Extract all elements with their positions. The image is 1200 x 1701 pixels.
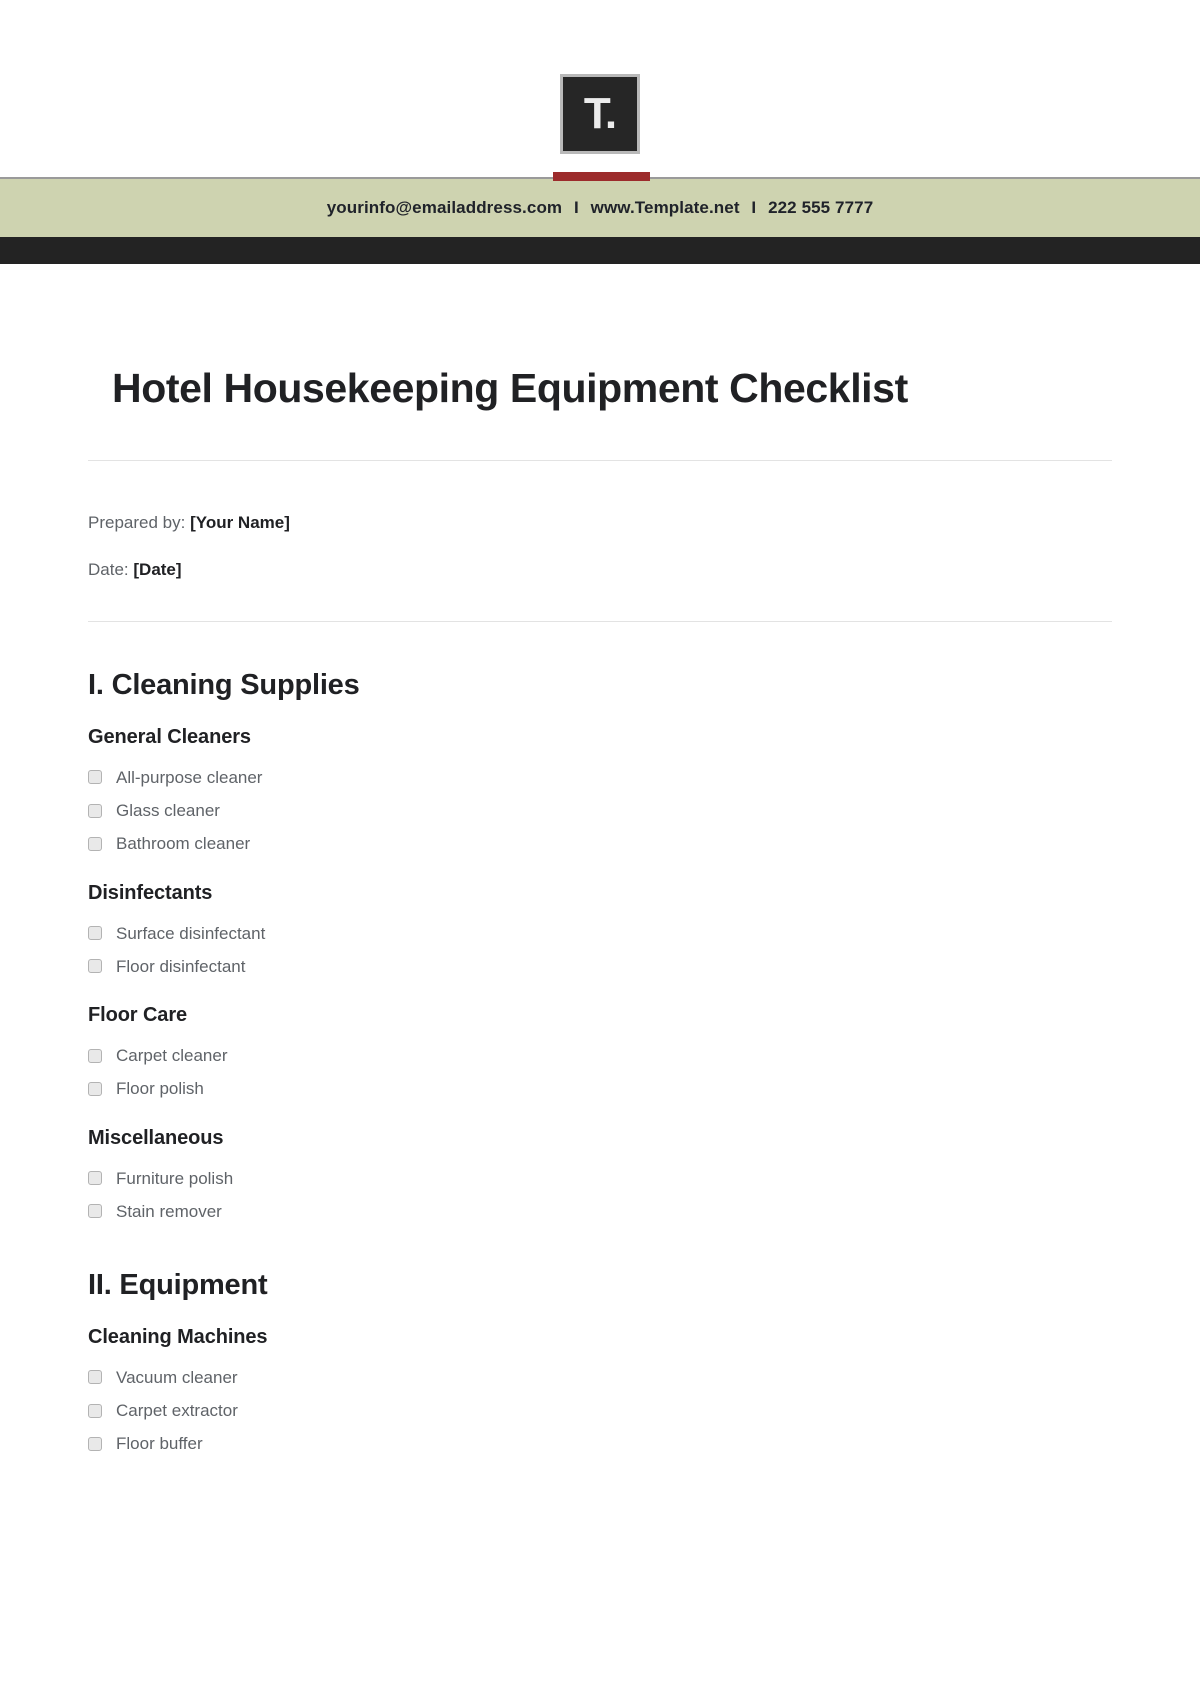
checklist-item-label: Furniture polish bbox=[116, 1168, 234, 1188]
checklist-group: Miscellaneous Furniture polish Stain remov… bbox=[88, 1126, 1112, 1223]
contact-band: yourinfo@emailaddress.com I www.Template… bbox=[0, 179, 1200, 237]
contact-phone: 222 555 7777 bbox=[768, 198, 874, 217]
logo-container: T. bbox=[0, 74, 1200, 154]
checklist-item[interactable]: Floor polish bbox=[88, 1078, 1112, 1099]
checklist-group: General Cleaners All-purpose cleaner Glass… bbox=[88, 725, 1112, 855]
checklist-item-label: Vacuum cleaner bbox=[116, 1367, 238, 1387]
group-title: Cleaning Machines bbox=[88, 1325, 268, 1348]
checklist-group: Floor Care Carpet cleaner Floor polish bbox=[88, 1003, 1112, 1100]
group-title: Miscellaneous bbox=[88, 1126, 224, 1149]
red-accent-bar bbox=[553, 172, 650, 181]
checklist-item[interactable]: Floor disinfectant bbox=[88, 956, 1112, 977]
checklist-item[interactable]: All-purpose cleaner bbox=[88, 767, 1112, 788]
contact-text: yourinfo@emailaddress.com I www.Template… bbox=[327, 198, 874, 218]
checklist-item[interactable]: Stain remover bbox=[88, 1201, 1112, 1222]
checklist-section: II. Equipment Cleaning Machines Vacuum cle… bbox=[88, 1268, 1112, 1455]
template-net-logo-icon: T. bbox=[560, 74, 640, 154]
dark-band bbox=[0, 237, 1200, 264]
contact-email: yourinfo@emailaddress.com bbox=[326, 198, 563, 217]
checklist-item-label: Carpet extractor bbox=[116, 1401, 238, 1421]
page-title: Hotel Housekeeping Equipment Checklist bbox=[112, 365, 908, 411]
section-title: II. Equipment bbox=[88, 1269, 268, 1302]
meta-divider bbox=[88, 620, 1112, 622]
document-body: Hotel Housekeeping Equipment Checklist P… bbox=[0, 364, 1200, 1455]
checkbox-icon[interactable] bbox=[88, 1048, 102, 1063]
checklist-section: I. Cleaning Supplies General Cleaners All-… bbox=[88, 668, 1112, 1222]
checklist-sections: I. Cleaning Supplies General Cleaners All-… bbox=[88, 668, 1112, 1455]
checkbox-icon[interactable] bbox=[88, 1204, 102, 1219]
checklist-item[interactable]: Carpet extractor bbox=[88, 1400, 1112, 1421]
checkbox-icon[interactable] bbox=[88, 836, 102, 851]
checkbox-icon[interactable] bbox=[88, 1436, 102, 1451]
checklist-item-label: Carpet cleaner bbox=[116, 1046, 228, 1066]
section-title: I. Cleaning Supplies bbox=[88, 668, 360, 701]
checkbox-icon[interactable] bbox=[88, 1081, 102, 1096]
checkbox-icon[interactable] bbox=[88, 803, 102, 818]
document-meta: Prepared by: [Your Name] Date: [Date] bbox=[88, 511, 1112, 582]
date-value[interactable]: [Date] bbox=[133, 560, 181, 579]
checklist-item-label: Stain remover bbox=[116, 1201, 222, 1221]
group-title: Floor Care bbox=[88, 1004, 188, 1027]
contact-separator-2: I bbox=[751, 198, 757, 217]
checklist-item-label: Bathroom cleaner bbox=[116, 834, 251, 854]
contact-website: www.Template.net bbox=[590, 198, 740, 217]
checklist-item[interactable]: Vacuum cleaner bbox=[88, 1367, 1112, 1388]
title-divider bbox=[88, 460, 1112, 462]
checklist-item-label: Floor buffer bbox=[116, 1434, 203, 1454]
checklist-item[interactable]: Furniture polish bbox=[88, 1168, 1112, 1189]
checklist-item-label: Floor polish bbox=[116, 1079, 204, 1099]
checkbox-icon[interactable] bbox=[88, 959, 102, 974]
checklist-group: Disinfectants Surface disinfectant Floor d… bbox=[88, 881, 1112, 978]
checklist-item[interactable]: Bathroom cleaner bbox=[88, 833, 1112, 854]
checklist-group: Cleaning Machines Vacuum cleaner Carpet ex… bbox=[88, 1325, 1112, 1455]
prepared-by-line: Prepared by: [Your Name] bbox=[88, 511, 1112, 535]
prepared-by-label: Prepared by: bbox=[88, 513, 186, 533]
checklist-item[interactable]: Floor buffer bbox=[88, 1433, 1112, 1454]
group-title: General Cleaners bbox=[88, 725, 251, 748]
checklist-item-label: Floor disinfectant bbox=[116, 956, 246, 976]
document-header: T. yourinfo@emailaddress.com I www.Templ… bbox=[0, 0, 1200, 264]
prepared-by-value[interactable]: [Your Name] bbox=[190, 513, 290, 532]
checklist-item-label: Glass cleaner bbox=[116, 801, 220, 821]
date-label: Date: bbox=[88, 560, 129, 580]
checkbox-icon[interactable] bbox=[88, 1403, 102, 1418]
logo-mark-text: T. bbox=[583, 89, 617, 138]
checkbox-icon[interactable] bbox=[88, 1370, 102, 1385]
contact-separator-1: I bbox=[573, 198, 579, 217]
group-title: Disinfectants bbox=[88, 881, 213, 904]
date-line: Date: [Date] bbox=[88, 558, 1112, 582]
checklist-item[interactable]: Glass cleaner bbox=[88, 800, 1112, 821]
checklist-item-label: Surface disinfectant bbox=[116, 923, 266, 943]
checklist-item[interactable]: Surface disinfectant bbox=[88, 923, 1112, 944]
checkbox-icon[interactable] bbox=[88, 770, 102, 785]
checkbox-icon[interactable] bbox=[88, 926, 102, 941]
checkbox-icon[interactable] bbox=[88, 1171, 102, 1186]
checklist-item[interactable]: Carpet cleaner bbox=[88, 1045, 1112, 1066]
checklist-item-label: All-purpose cleaner bbox=[116, 767, 263, 787]
